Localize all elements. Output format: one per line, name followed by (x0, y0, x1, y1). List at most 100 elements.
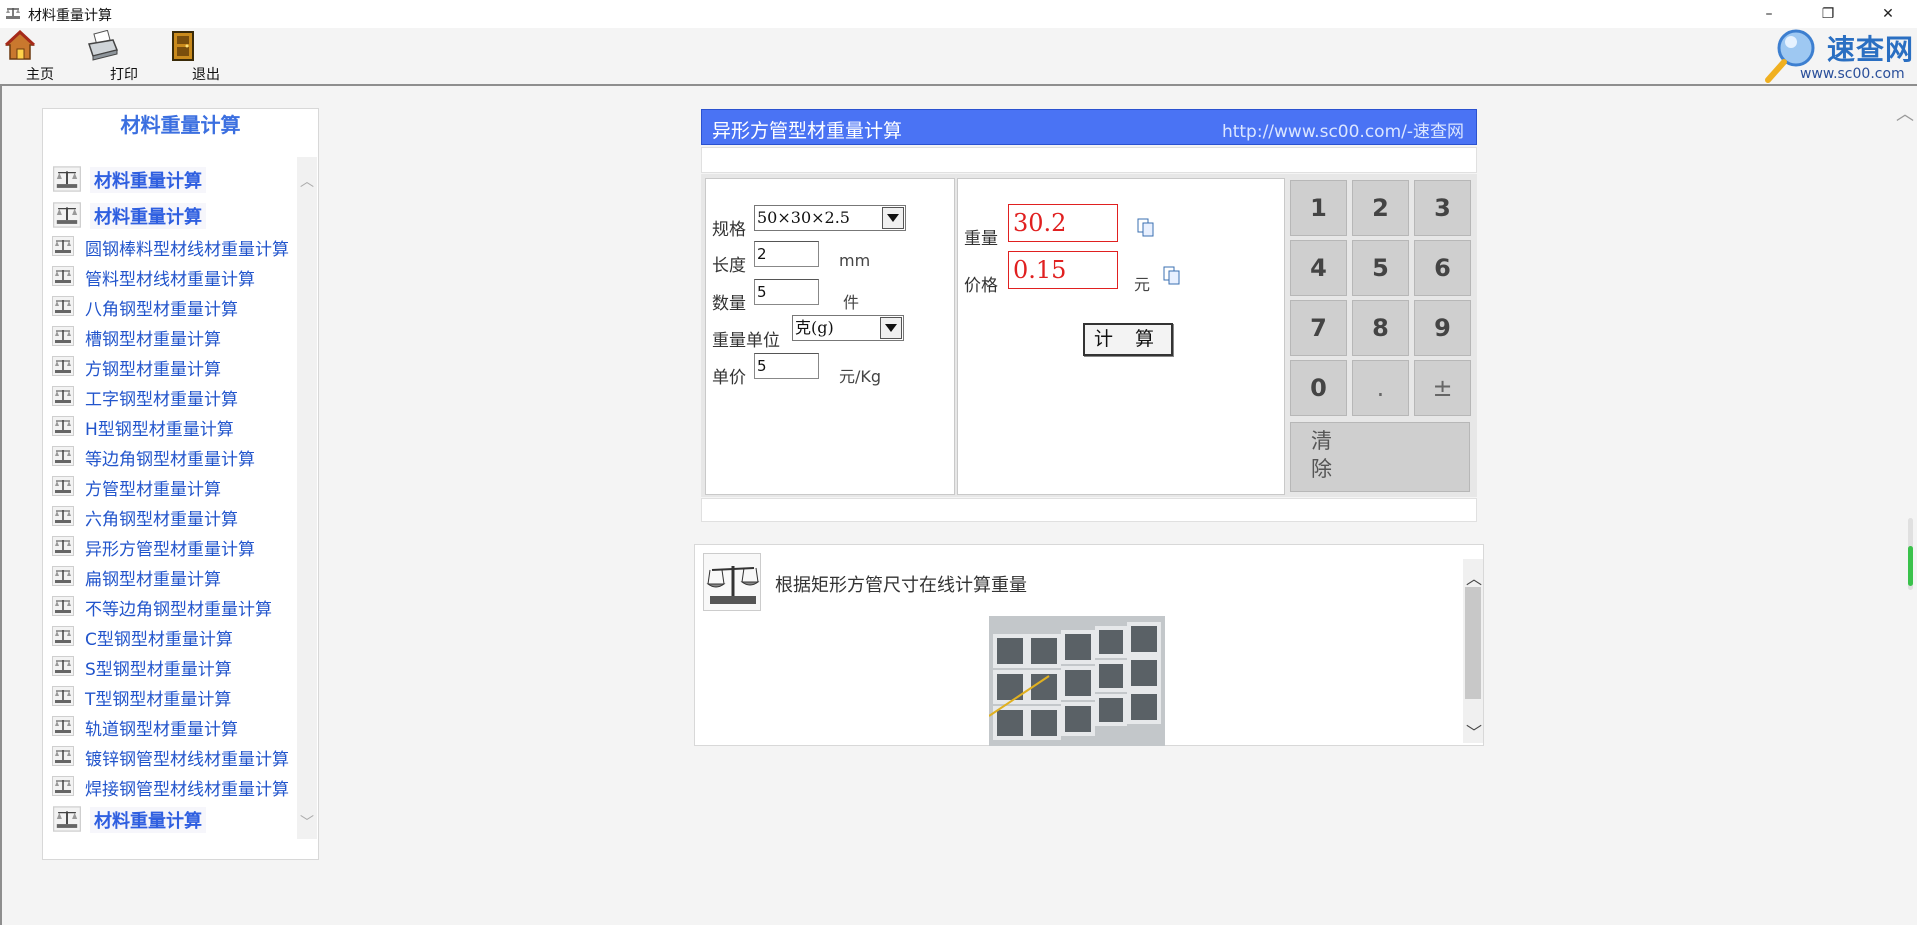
scroll-thumb[interactable] (1465, 587, 1481, 699)
nav-item[interactable]: 方管型材重量计算 (48, 473, 291, 500)
calc-spacer (701, 147, 1477, 173)
scale-icon (53, 202, 81, 228)
clear-key-label: 清除 (1311, 429, 1332, 481)
keypad-key[interactable]: 1 (1290, 180, 1347, 236)
keypad-key[interactable]: 4 (1290, 240, 1347, 296)
nav-item-label: 材料重量计算 (90, 203, 206, 229)
result-panel: 重量 30.2 价格 0.15 元 计 算 (957, 178, 1285, 495)
spec-select[interactable]: 50×30×2.5 (754, 205, 906, 231)
info-panel: 根据矩形方管尺寸在线计算重量 ︿ ﹀ (694, 544, 1484, 746)
nav-item[interactable]: 材料重量计算 (48, 199, 291, 231)
keypad-key[interactable]: 5 (1352, 240, 1409, 296)
calculate-button[interactable]: 计 算 (1083, 323, 1173, 356)
scale-icon (53, 806, 81, 832)
nav-item[interactable]: S型钢型材重量计算 (48, 653, 291, 680)
nav-item[interactable]: 扁钢型材重量计算 (48, 563, 291, 590)
nav-item[interactable]: 槽钢型材重量计算 (48, 323, 291, 350)
nav-item-label: 六角钢型材重量计算 (85, 510, 238, 530)
scroll-down-icon[interactable]: ﹀ (300, 812, 314, 832)
length-input[interactable]: 2 (754, 241, 819, 267)
nav-item[interactable]: 等边角钢型材重量计算 (48, 443, 291, 470)
count-unit: 件 (843, 293, 860, 312)
nav-item-label: 扁钢型材重量计算 (85, 570, 221, 590)
nav-item[interactable]: 不等边角钢型材重量计算 (48, 593, 291, 620)
clear-key[interactable]: 清除 (1290, 422, 1470, 492)
nav-item[interactable]: C型钢型材重量计算 (48, 623, 291, 650)
keypad-key[interactable]: 6 (1414, 240, 1471, 296)
nav-item[interactable]: 异形方管型材重量计算 (48, 533, 291, 560)
calc-body: 规格 50×30×2.5 长度 2 mm 数量 5 件 重量单位 克(g) 单价… (701, 174, 1477, 497)
keypad-key[interactable]: ± (1414, 360, 1471, 416)
nav-panel: 材料重量计算 材料重量计算 材料重量计算 圆钢棒料型材线材重量计算 管料型材线材重量计… (42, 108, 319, 860)
steel-tube-photo (989, 616, 1165, 746)
scroll-up-icon[interactable]: ︿ (300, 171, 314, 191)
nav-list: 材料重量计算 材料重量计算 圆钢棒料型材线材重量计算 管料型材线材重量计算 八角钢型材重… (48, 157, 291, 839)
nav-item-label: 异形方管型材重量计算 (85, 540, 255, 560)
nav-scrollbar[interactable]: ︿ ﹀ (297, 157, 317, 839)
copy-icon[interactable] (1162, 265, 1182, 285)
print-label: 打印 (110, 67, 138, 83)
weight-unit-label: 重量单位 (712, 331, 780, 351)
print-button[interactable]: 打印 (86, 30, 146, 84)
nav-heading: 材料重量计算 (120, 113, 241, 137)
weight-result[interactable]: 30.2 (1008, 204, 1118, 242)
keypad-key[interactable]: 2 (1352, 180, 1409, 236)
nav-item[interactable]: 镀锌钢管型材线材重量计算 (48, 743, 291, 770)
nav-item[interactable]: 六角钢型材重量计算 (48, 503, 291, 530)
total-price-result[interactable]: 0.15 (1008, 251, 1118, 289)
nav-item-label: 材料重量计算 (90, 167, 206, 193)
scroll-up-icon[interactable]: ︿ (1466, 565, 1482, 589)
nav-item[interactable]: 轨道钢型材重量计算 (48, 713, 291, 740)
info-scrollbar[interactable]: ︿ ﹀ (1463, 559, 1483, 743)
scale-icon (52, 626, 74, 646)
logo-url: www.sc00.com (1800, 66, 1905, 82)
page-scrollbar[interactable] (1908, 518, 1913, 590)
exit-button[interactable]: 退出 (170, 30, 230, 84)
nav-item[interactable]: T型钢型材重量计算 (48, 683, 291, 710)
length-unit: mm (839, 251, 871, 270)
nav-item[interactable]: 材料重量计算 (48, 163, 291, 195)
nav-item-label: 焊接钢管型材线材重量计算 (85, 780, 289, 800)
nav-item-label: 镀锌钢管型材线材重量计算 (85, 750, 289, 770)
scale-icon (52, 446, 74, 466)
nav-item[interactable]: 焊接钢管型材线材重量计算 (48, 773, 291, 800)
weight-unit-select[interactable]: 克(g) (792, 315, 904, 341)
page-scroll-thumb[interactable] (1908, 546, 1913, 586)
scale-icon (52, 596, 74, 616)
home-button[interactable]: 主页 (4, 30, 64, 84)
site-link[interactable]: http://www.sc00.com/-速查网 (1222, 117, 1464, 142)
nav-item-label: 方钢型材重量计算 (85, 360, 221, 380)
page-scroll-up-icon[interactable]: ︿ (1896, 100, 1914, 126)
price-input[interactable]: 5 (754, 353, 819, 379)
nav-item[interactable]: 材料重量计算 (48, 803, 291, 835)
keypad-key[interactable]: 9 (1414, 300, 1471, 356)
weight-result-label: 重量 (964, 229, 998, 249)
toolbar: 主页 打印 退出 速查网 www.sc00.com (0, 28, 1917, 86)
nav-item[interactable]: 八角钢型材重量计算 (48, 293, 291, 320)
copy-icon[interactable] (1136, 217, 1156, 237)
minimize-button[interactable]: – (1741, 0, 1797, 28)
close-button[interactable]: ✕ (1860, 0, 1916, 28)
scale-icon (52, 686, 74, 706)
restore-button[interactable]: ❐ (1800, 0, 1856, 28)
count-input[interactable]: 5 (754, 279, 819, 305)
price-unit: 元/Kg (839, 367, 882, 386)
scale-icon (52, 326, 74, 346)
keypad-key[interactable]: 7 (1290, 300, 1347, 356)
scroll-down-icon[interactable]: ﹀ (1466, 719, 1482, 743)
nav-item[interactable]: 管料型材线材重量计算 (48, 263, 291, 290)
keypad-key[interactable]: 3 (1414, 180, 1471, 236)
nav-item[interactable]: 方钢型材重量计算 (48, 353, 291, 380)
nav-item-label: 轨道钢型材重量计算 (85, 720, 238, 740)
scale-icon (52, 386, 74, 406)
dropdown-arrow-icon (880, 317, 902, 339)
nav-item[interactable]: 工字钢型材重量计算 (48, 383, 291, 410)
dropdown-arrow-icon (882, 207, 904, 229)
keypad-key[interactable]: 8 (1352, 300, 1409, 356)
nav-item[interactable]: 圆钢棒料型材线材重量计算 (48, 233, 291, 260)
price-label: 单价 (712, 368, 746, 388)
nav-item[interactable]: H型钢型材重量计算 (48, 413, 291, 440)
keypad-key[interactable]: 0 (1290, 360, 1347, 416)
keypad-key[interactable]: . (1352, 360, 1409, 416)
scale-icon (52, 776, 74, 796)
